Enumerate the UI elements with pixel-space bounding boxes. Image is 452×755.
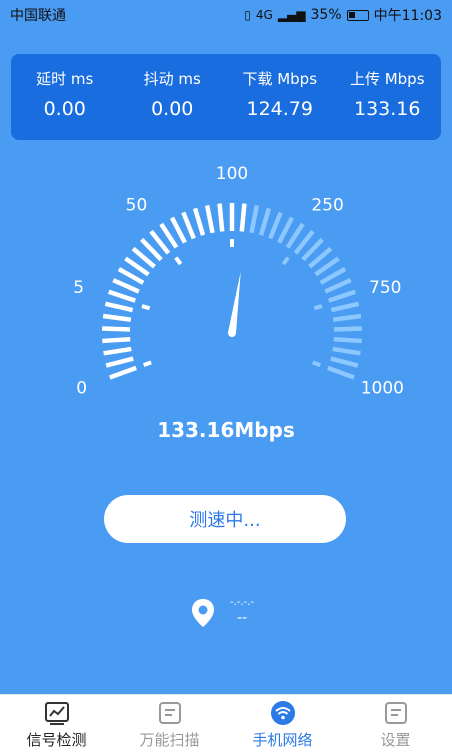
gauge-tick (328, 289, 356, 303)
gauge-scale-label: 100 (216, 164, 248, 184)
battery-icon (346, 9, 369, 21)
nav-label-settings: 设置 (380, 731, 411, 749)
stat-upload: 上传 Mbps 133.16 (334, 68, 442, 120)
stat-jitter-label: 抖动 ms (143, 70, 201, 88)
nav-label-signal-check: 信号检测 (26, 731, 87, 749)
battery-percent: 35% (310, 7, 342, 23)
stat-jitter-value: 0.00 (151, 98, 194, 120)
nav-item-signal-check[interactable]: 信号检测 (0, 695, 113, 755)
location-info: -.-.-.- -- (222, 597, 262, 626)
gauge-tick (330, 356, 359, 368)
stat-download: 下载 Mbps 124.79 (226, 68, 334, 120)
gauge-tick (333, 326, 362, 332)
gauge-tick (258, 207, 272, 236)
speed-stats-card: 延时 ms 0.00 抖动 ms 0.00 下载 Mbps 124.79 上传 … (11, 54, 441, 140)
gauge-tick (268, 211, 283, 240)
gauge-tick (332, 346, 361, 356)
gauge-tick (108, 289, 136, 303)
gauge-scale-label: 50 (126, 196, 148, 216)
gauge-scale-label: 750 (369, 278, 401, 298)
gauge-minor-marker (141, 304, 151, 311)
nav-item-mobile-network[interactable]: 手机网络 (226, 695, 339, 755)
gauge-tick (217, 203, 225, 232)
gauge-tick (102, 336, 131, 344)
gauge-tick (319, 267, 347, 285)
gauge-scale-label: 0 (76, 379, 87, 399)
scan-icon (158, 702, 181, 724)
location-line2: -- (236, 610, 248, 626)
gauge-tick (249, 204, 260, 234)
gauge-tick (327, 365, 355, 380)
gauge-needle (228, 271, 241, 334)
gauge-tick (112, 278, 140, 294)
speed-test-button[interactable]: 测速中... (104, 495, 346, 543)
status-icons: ▯ 4G ▂▄▆ 35% 中午11:03 (244, 5, 442, 25)
network-type-label: 4G (255, 8, 273, 22)
gauge-tick (109, 365, 137, 380)
gauge-tick (104, 301, 134, 313)
location-line1: -.-.-.- (230, 597, 254, 608)
speed-readout: 133.16Mbps (157, 418, 295, 442)
signal-icon: ▂▄▆ (277, 8, 306, 22)
gauge-tick (332, 313, 362, 322)
stat-latency-value: 0.00 (43, 98, 86, 120)
nav-label-mobile-network: 手机网络 (252, 731, 313, 749)
nav-item-settings[interactable]: 设置 (339, 695, 452, 755)
carrier-label: 中国联通 (10, 8, 66, 24)
gauge-tick (277, 216, 295, 244)
gauge-scale-label: 1000 (361, 379, 404, 399)
gauge-minor-marker (281, 256, 290, 266)
speed-gauge: 0 5 50 100 250 750 1000 (73, 164, 404, 399)
stat-latency-label: 延时 ms (36, 70, 94, 88)
settings-icon (384, 702, 407, 724)
clock: 中午11:03 (373, 8, 442, 24)
gauge-tick (192, 207, 206, 236)
gauge-tick (103, 346, 132, 356)
gauge-needle-hub (228, 329, 236, 337)
gauge-tick (169, 216, 187, 244)
stat-download-value: 124.79 (246, 98, 313, 120)
bottom-nav: 信号检测 万能扫描 手机网络 设置 (0, 694, 452, 755)
wifi-icon (270, 701, 295, 725)
gauge-tick (204, 204, 215, 234)
gauge-tick (324, 278, 352, 294)
gauge-scale-label: 5 (73, 278, 84, 298)
stat-download-label: 下载 Mbps (242, 70, 318, 88)
gauge-tick (117, 267, 145, 285)
gauge-tick (102, 313, 132, 322)
gauge-minor-marker (174, 256, 183, 266)
nav-label-scan: 万能扫描 (139, 731, 200, 749)
nav-item-scan[interactable]: 万能扫描 (113, 695, 226, 755)
gauge-tick (330, 301, 360, 313)
stat-upload-value: 133.16 (354, 98, 421, 120)
stat-upload-label: 上传 Mbps (349, 70, 425, 88)
gauge-minor-marker (312, 360, 322, 368)
gauge-minor-marker (313, 304, 323, 311)
stat-jitter: 抖动 ms 0.00 (119, 68, 227, 120)
gauge-tick (333, 336, 362, 344)
gauge-tick (102, 326, 131, 332)
gauge-tick (181, 211, 196, 240)
vibrate-icon: ▯ (244, 8, 251, 22)
gauge-minor-marker (142, 360, 152, 368)
chart-icon (44, 702, 69, 725)
gauge-tick (239, 203, 247, 232)
location-pin-icon (192, 599, 214, 627)
gauge-scale-label: 250 (311, 196, 343, 216)
stat-latency: 延时 ms 0.00 (11, 68, 119, 120)
status-bar: 中国联通 ▯ 4G ▂▄▆ 35% 中午11:03 (0, 0, 452, 30)
gauge-tick (105, 356, 134, 368)
